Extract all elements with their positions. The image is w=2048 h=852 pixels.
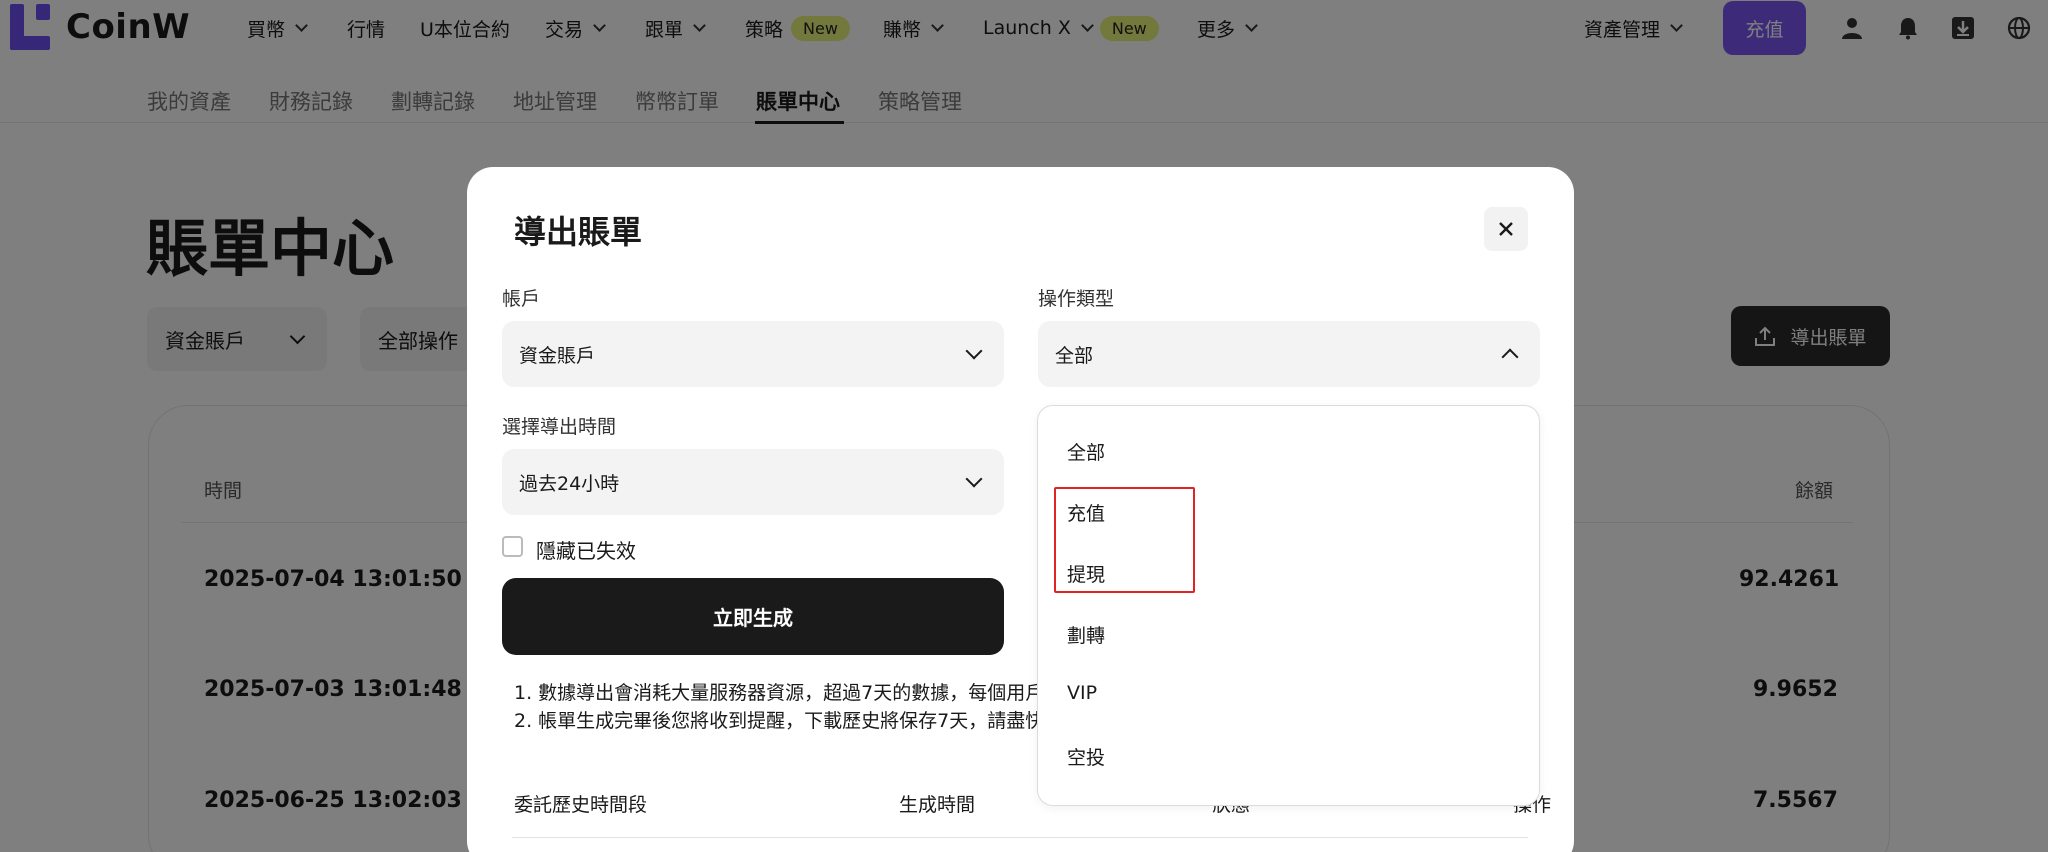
modal-title: 導出賬單: [514, 213, 643, 251]
generate-now-button[interactable]: 立即生成: [502, 578, 1004, 655]
chevron-down-icon: [965, 342, 983, 360]
operation-type-select[interactable]: 全部: [1038, 321, 1540, 387]
hide-expired-checkbox[interactable]: [502, 536, 523, 557]
modal-table-divider: [512, 837, 1528, 838]
header-order-period: 委託歷史時間段: [514, 794, 648, 816]
option-airdrop[interactable]: 空投: [1067, 743, 1105, 770]
highlight-annotation-box: [1054, 487, 1195, 593]
operation-type-label: 操作類型: [1038, 288, 1115, 310]
account-select-value: 資金賬戶: [519, 344, 596, 367]
export-time-label: 選擇導出時間: [502, 416, 617, 438]
notice-line: 2. 帳單生成完畢後您將收到提醒，下載歷史將保存7天，請盡快: [514, 710, 1045, 732]
hide-expired-label[interactable]: 隱藏已失效: [536, 535, 636, 564]
operation-type-dropdown: 全部 充值 提現 劃轉 VIP 空投: [1037, 405, 1540, 806]
chevron-up-icon: [1501, 348, 1519, 366]
export-time-select[interactable]: 過去24小時: [502, 449, 1004, 515]
notice-line: 1. 數據導出會消耗大量服務器資源，超過7天的數據，每個用戶: [514, 682, 1045, 704]
chevron-down-icon: [965, 470, 983, 488]
option-all[interactable]: 全部: [1067, 438, 1105, 465]
export-bill-modal: 導出賬單 帳戶 資金賬戶 操作類型 全部 選擇導出時間 過去24小時 隱藏已失效…: [467, 167, 1574, 852]
option-transfer[interactable]: 劃轉: [1067, 621, 1105, 648]
header-generated-time: 生成時間: [899, 794, 976, 816]
export-time-value: 過去24小時: [519, 472, 620, 495]
account-label: 帳戶: [502, 288, 541, 310]
option-vip[interactable]: VIP: [1067, 682, 1097, 704]
account-select[interactable]: 資金賬戶: [502, 321, 1004, 387]
operation-type-value: 全部: [1055, 344, 1094, 367]
close-button[interactable]: [1484, 207, 1528, 251]
close-icon: [1499, 222, 1513, 236]
